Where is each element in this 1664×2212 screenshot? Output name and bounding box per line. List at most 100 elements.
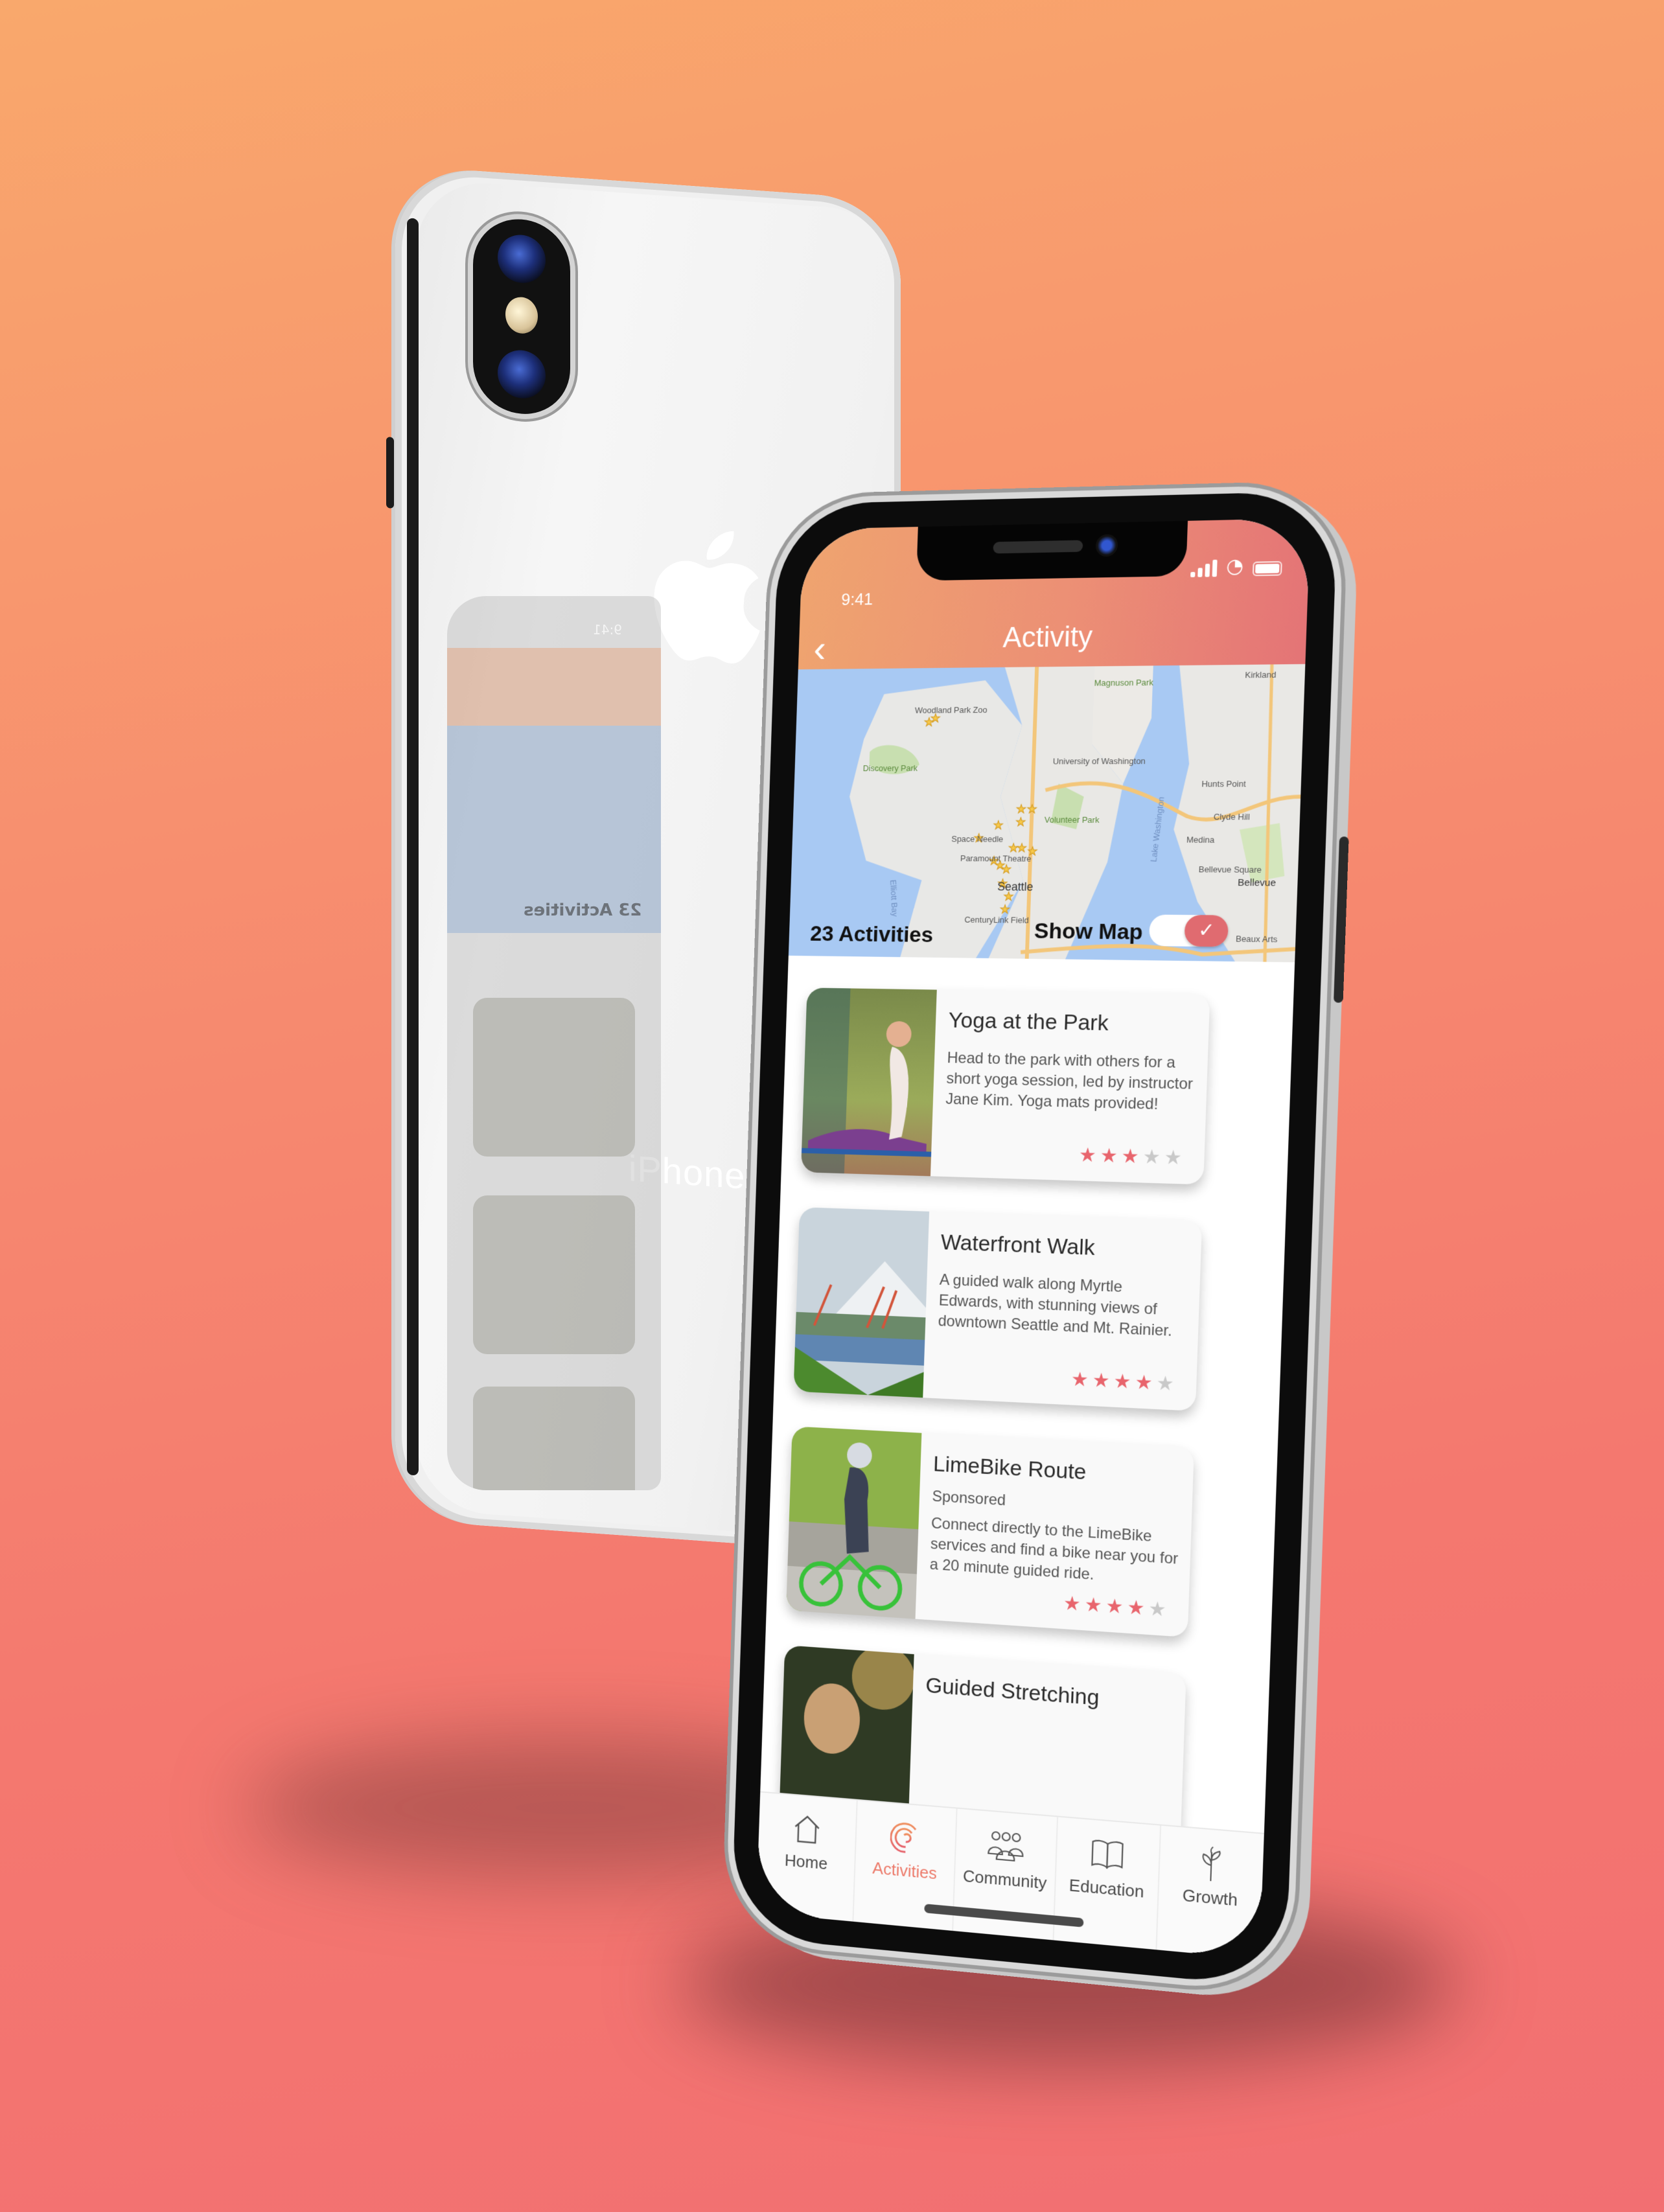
- activity-title: Guided Stretching: [925, 1673, 1100, 1711]
- activity-spiral-icon: [890, 1819, 922, 1857]
- activity-title: Yoga at the Park: [948, 1008, 1109, 1036]
- front-camera-icon: [1095, 534, 1118, 557]
- map-label: Discovery Park: [862, 763, 918, 773]
- map-label: Volunteer Park: [1045, 814, 1100, 824]
- sponsored-label: Sponsored: [932, 1487, 1006, 1510]
- phone-bezel: 9:41 ◔ ‹ Activity ★ ★ ★ ★ ★ ★ ★ ★ ★ ★ ★ …: [730, 490, 1349, 1988]
- tab-education[interactable]: Education: [1054, 1817, 1161, 1950]
- tab-label: Community: [962, 1865, 1047, 1893]
- tab-label: Home: [784, 1850, 828, 1874]
- map-label: Kirkland: [1245, 669, 1277, 680]
- activity-photo: [793, 1207, 930, 1398]
- map-label: Seattle: [997, 880, 1034, 893]
- map-label: Woodland Park Zoo: [915, 705, 988, 715]
- map-label: University of Washington: [1053, 756, 1146, 766]
- ghost-card: [473, 998, 635, 1157]
- ghost-card: [473, 1195, 635, 1354]
- map-label: Bellevue: [1238, 878, 1277, 889]
- people-icon: [986, 1828, 1026, 1864]
- map-label: CenturyLink Field: [964, 915, 1029, 925]
- star-filled-icon: ★: [1063, 1591, 1085, 1617]
- ghost-card: [473, 1387, 635, 1490]
- activity-photo: [800, 987, 937, 1177]
- rating-stars: ★★★★★: [1063, 1592, 1170, 1622]
- activity-title: Waterfront Walk: [940, 1230, 1096, 1260]
- star-empty-icon: ★: [1164, 1146, 1186, 1170]
- star-filled-icon: ★: [1121, 1145, 1144, 1169]
- star-filled-icon: ★: [1134, 1370, 1157, 1395]
- star-filled-icon: ★: [1113, 1370, 1136, 1394]
- signal-icon: [1190, 559, 1218, 577]
- mute-switch: [386, 437, 394, 509]
- check-icon: ✓: [1184, 915, 1229, 947]
- app-screen: 9:41 ◔ ‹ Activity ★ ★ ★ ★ ★ ★ ★ ★ ★ ★ ★ …: [756, 518, 1311, 1960]
- map-marker-star: ★: [1026, 803, 1037, 816]
- star-empty-icon: ★: [1148, 1597, 1171, 1622]
- star-filled-icon: ★: [1070, 1368, 1093, 1392]
- activity-count: 23 Activities: [809, 921, 934, 947]
- ghost-activity-count: 23 Activities: [523, 901, 641, 920]
- camera-lens-icon: [498, 349, 546, 400]
- ghost-header: [447, 648, 661, 726]
- map-label: Beaux Arts: [1236, 934, 1278, 944]
- battery-icon: [1252, 560, 1282, 577]
- map-marker-star: ★: [1001, 863, 1012, 876]
- star-empty-icon: ★: [1156, 1372, 1179, 1396]
- activity-description: Head to the park with others for a short…: [945, 1049, 1194, 1114]
- activity-card[interactable]: Waterfront Walk A guided walk along Myrt…: [793, 1207, 1203, 1411]
- activity-card[interactable]: LimeBike Route Sponsored Connect directl…: [786, 1426, 1194, 1638]
- flash-icon: [505, 295, 538, 335]
- front-phone: 9:41 ◔ ‹ Activity ★ ★ ★ ★ ★ ★ ★ ★ ★ ★ ★ …: [730, 490, 1349, 1988]
- tab-label: Activities: [872, 1858, 938, 1884]
- camera-lens-icon: [498, 233, 546, 285]
- map-graphic: ★ ★ ★ ★ ★ ★ ★ ★ ★ ★ ★ ★ ★ ★ ★ ★ Woodland…: [788, 663, 1306, 963]
- book-icon: [1090, 1838, 1126, 1873]
- map-label: Bellevue Square: [1199, 864, 1262, 875]
- show-map-toggle[interactable]: ✓: [1148, 914, 1229, 947]
- map-label: Hunts Point: [1201, 779, 1246, 789]
- activity-title: LimeBike Route: [932, 1451, 1087, 1485]
- activity-description: Connect directly to the LimeBike service…: [929, 1514, 1179, 1584]
- star-filled-icon: ★: [1092, 1368, 1115, 1393]
- star-filled-icon: ★: [1100, 1144, 1122, 1168]
- rating-stars: ★★★★★: [1070, 1368, 1178, 1396]
- speaker-grille: [993, 540, 1083, 554]
- power-button: [1334, 836, 1349, 1003]
- map-label: Medina: [1186, 835, 1216, 845]
- page-title: Activity: [1002, 620, 1093, 654]
- apple-logo-icon: [654, 531, 760, 663]
- map-marker-star: ★: [1015, 816, 1026, 829]
- map-label: Clyde Hill: [1214, 812, 1250, 822]
- side-buttons: [386, 165, 901, 509]
- activity-description: A guided walk along Myrtle Edwards, with…: [938, 1271, 1173, 1340]
- notch: [916, 520, 1188, 581]
- activity-map[interactable]: ★ ★ ★ ★ ★ ★ ★ ★ ★ ★ ★ ★ ★ ★ ★ ★ Woodland…: [788, 663, 1306, 963]
- map-label: Elliott Bay: [888, 879, 900, 917]
- house-icon: [791, 1812, 823, 1847]
- reflected-screen: 9:41 23 Activities: [447, 596, 661, 1490]
- map-label: Space Needle: [951, 834, 1003, 844]
- star-filled-icon: ★: [1084, 1593, 1107, 1618]
- show-map-label: Show Map: [1034, 918, 1144, 945]
- tab-growth[interactable]: Growth: [1157, 1826, 1264, 1959]
- star-filled-icon: ★: [1078, 1144, 1101, 1168]
- activity-photo: [786, 1426, 922, 1619]
- star-empty-icon: ★: [1142, 1145, 1165, 1169]
- map-marker-star: ★: [1016, 803, 1027, 816]
- tab-label: Education: [1069, 1875, 1145, 1902]
- tab-label: Growth: [1182, 1885, 1238, 1910]
- rating-stars: ★★★★★: [1078, 1144, 1186, 1169]
- ghost-time: 9:41: [593, 622, 622, 638]
- star-filled-icon: ★: [1105, 1595, 1128, 1619]
- status-icons: ◔: [1190, 554, 1282, 578]
- wifi-icon: ◔: [1225, 554, 1244, 578]
- map-marker-star: ★: [993, 819, 1004, 832]
- tab-home[interactable]: Home: [756, 1792, 859, 1922]
- status-time: 9:41: [840, 589, 873, 609]
- camera-module: [473, 216, 570, 417]
- phone-side-edge: [407, 218, 419, 1476]
- map-label: Paramount Theatre: [960, 853, 1032, 864]
- map-label: Magnuson Park: [1094, 677, 1153, 687]
- activity-card[interactable]: Yoga at the Park Head to the park with o…: [800, 987, 1210, 1185]
- star-filled-icon: ★: [1126, 1596, 1150, 1620]
